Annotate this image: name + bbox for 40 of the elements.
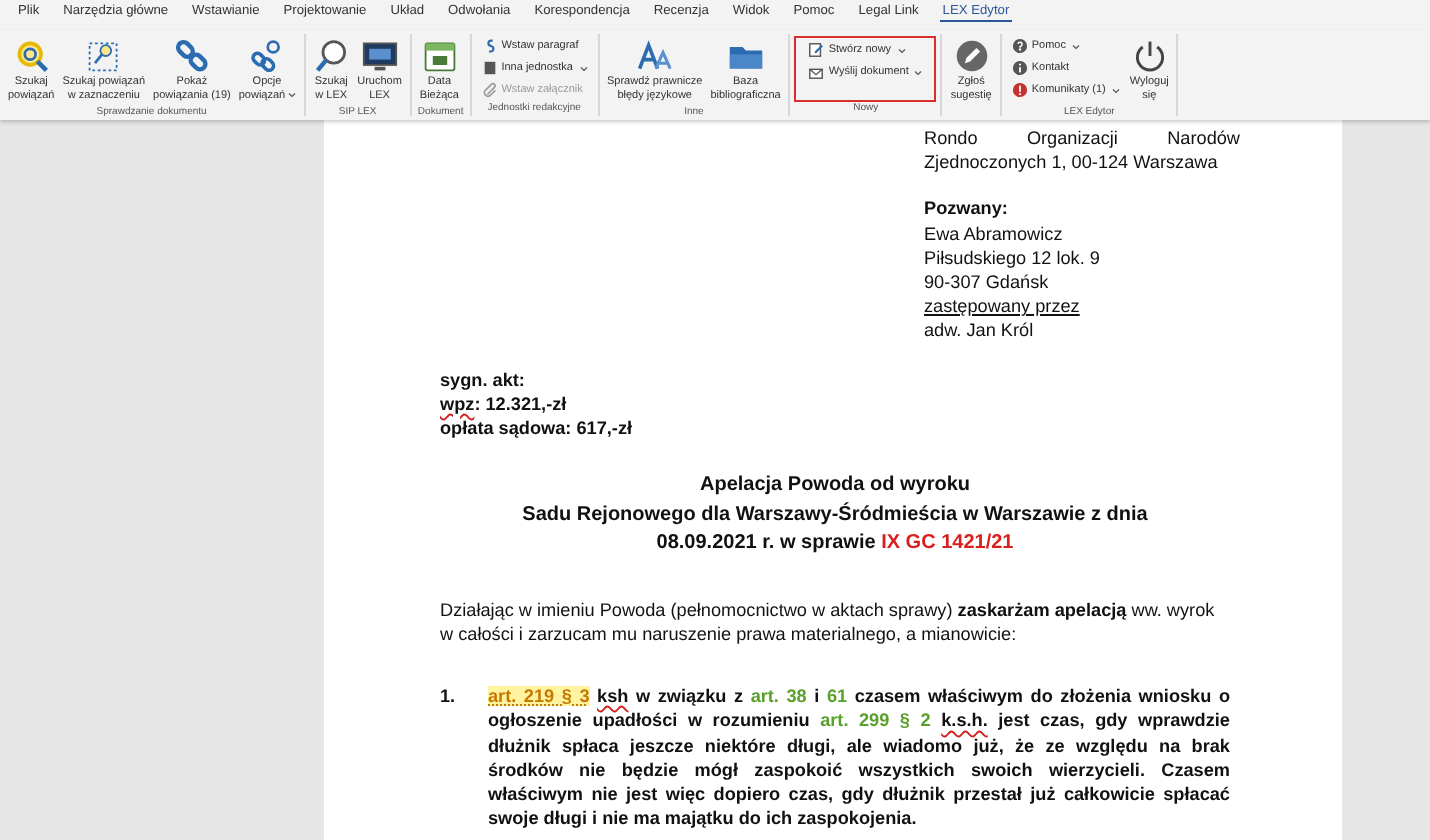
document-title-line: Sadu Rejonowego dla Warszawy-Śródmieścia w Warszawie z dnia — [522, 503, 1148, 526]
case-info-line: opłata sądowa: 617,-zł — [440, 418, 633, 439]
caret-icon — [287, 91, 296, 98]
calendar-icon — [421, 38, 458, 74]
address-line: Rondo Organizacji Narodów — [924, 126, 1240, 151]
intro-paragraph: Działając w imieniu Powoda (pełnomocnictwo w aktach sprawy) zaskarżam apelacją ww. wyrok w całości i zarzucam mu naruszenie prawa materialnego, a mianowicie: — [440, 597, 1217, 647]
document-title-line: 08.09.2021 r. w sprawie IX GC 1421/21 — [656, 532, 1014, 555]
caret-icon — [1111, 87, 1120, 93]
power-icon — [1131, 38, 1168, 74]
defendant-heading: Pozwany: — [924, 196, 1010, 222]
chain-gear-icon — [248, 38, 285, 74]
document-title-line: Apelacja Powoda od wyroku — [699, 474, 971, 497]
address-line: Piłsudskiego 12 lok. 9 — [924, 247, 1100, 268]
paragraph-icon — [481, 38, 498, 54]
case-info-line: sygn. akt: — [440, 369, 525, 390]
letters-icon — [636, 38, 673, 74]
caret-icon — [897, 47, 906, 53]
search-icon — [313, 38, 350, 74]
list-number: 1. — [440, 684, 458, 711]
alert-icon — [1011, 82, 1028, 98]
address-line: 90-307 Gdańsk — [924, 272, 1049, 293]
address-line: Ewa Abramowicz — [924, 223, 1063, 244]
address-line: zastępowany przez — [924, 296, 1080, 317]
address-line: Zjednoczonych 1, 00-124 Warszawa — [924, 150, 1220, 175]
paperclip-icon — [481, 82, 498, 98]
envelope-icon — [808, 64, 825, 80]
address-line: adw. Jan Król — [924, 320, 1034, 341]
case-info-line: wpz: 12.321,-zł — [440, 393, 567, 414]
pencil-icon — [953, 38, 990, 74]
magnifier-icon — [13, 38, 50, 74]
chain-link-icon — [173, 38, 210, 74]
list-paragraph: art. 219 § 3 ksh w związku z art. 38 i 61 czasem właściwym do złożenia wniosku o ogłoszenie upadłości w rozumieniu art. 299 § 2 k.s.h. jest czas, gdy wprawdzie dłużnik spłaca jeszcze niektóre długi, ale wiadomo już, że ze względu na brak środków nie będzie mógł zaspokoić wszystkich swoich wierzycieli. Czasem właściwym nie jest więc dopiero czas, gdy dłużnik przestał już całkowicie spłacać swoje długi i nie ma majątku do ich zaspokojenia. — [488, 684, 1230, 831]
info-icon — [1011, 60, 1028, 76]
selection-search-icon — [85, 38, 122, 74]
caret-icon — [1071, 43, 1080, 49]
help-icon — [1011, 38, 1028, 54]
caret-icon — [914, 69, 923, 75]
monitor-icon — [361, 38, 398, 74]
caret-icon — [579, 65, 587, 71]
new-document-icon — [808, 42, 825, 58]
